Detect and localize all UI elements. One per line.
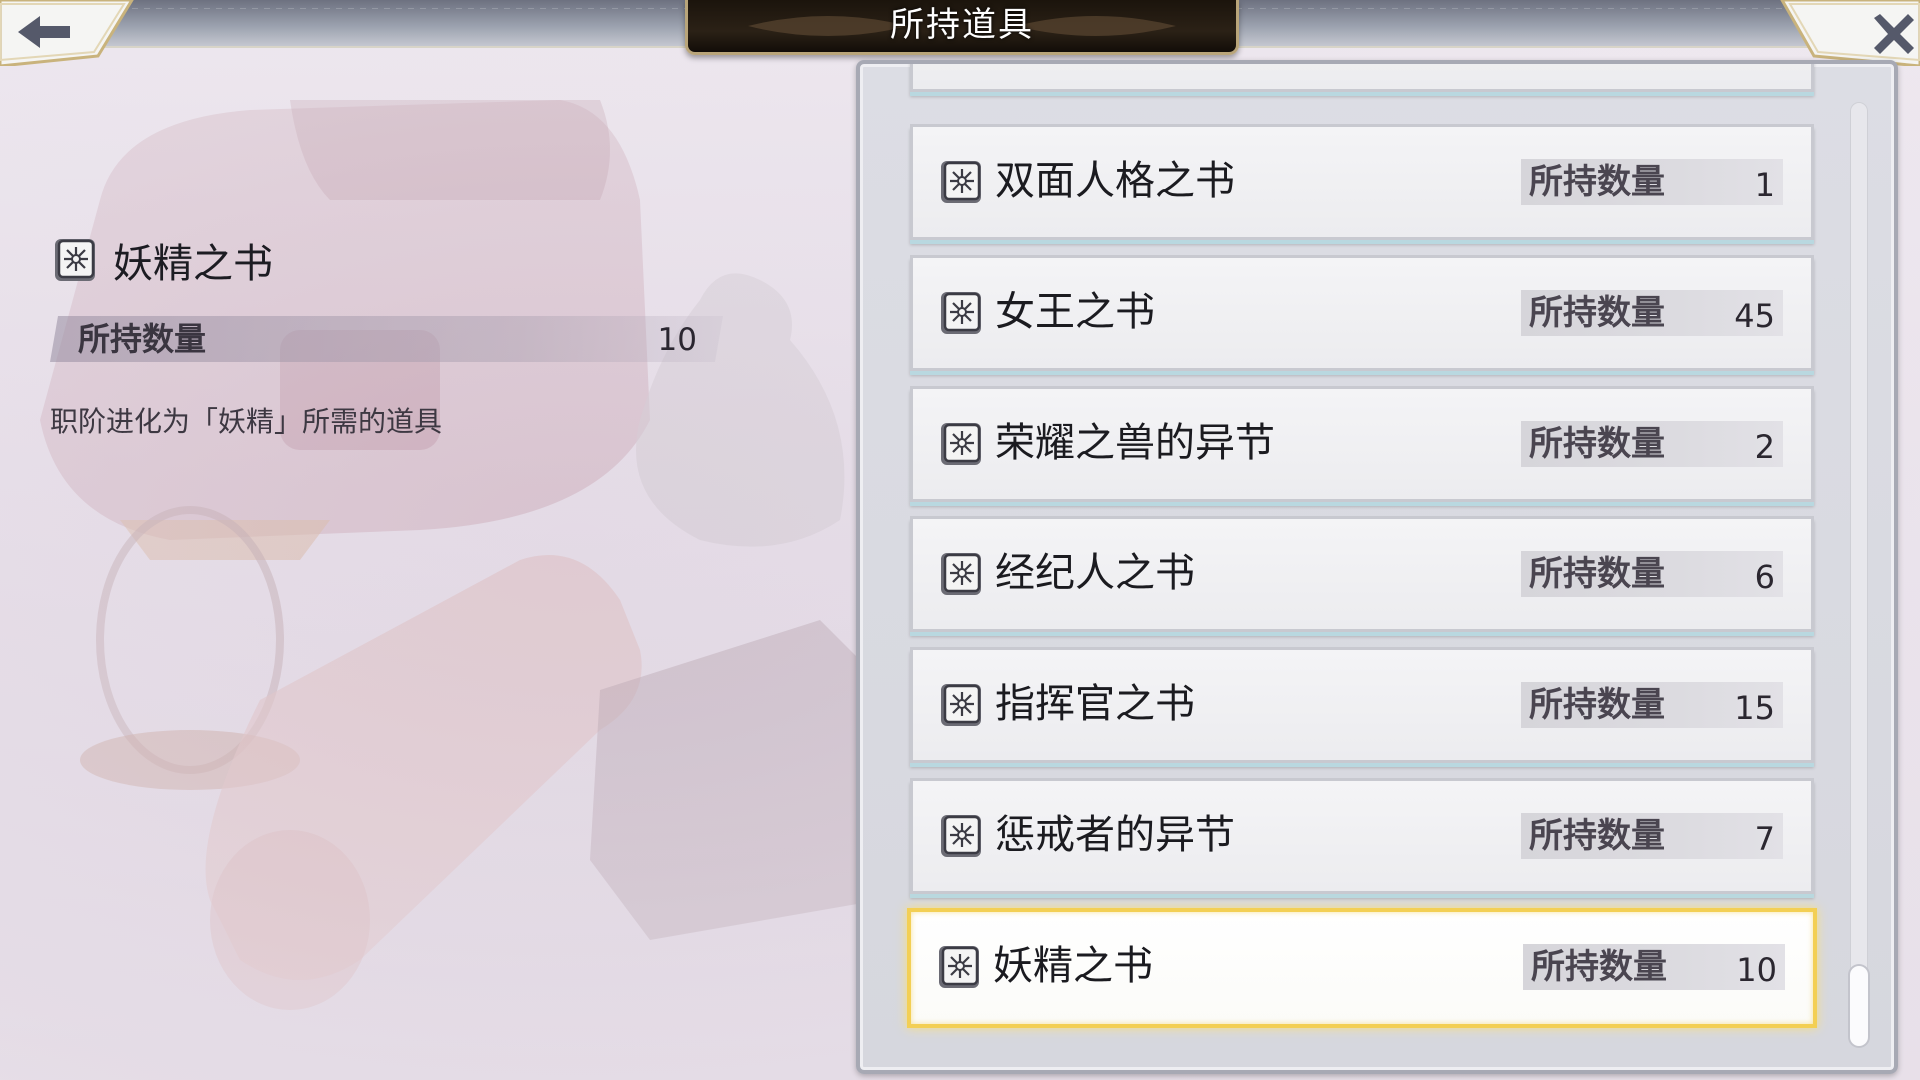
close-button[interactable] xyxy=(1770,0,1920,68)
book-icon xyxy=(939,550,983,595)
list-item[interactable]: 女王之书 所持数量 45 xyxy=(910,255,1814,371)
item-count-label: 所持数量 xyxy=(1529,685,1665,725)
list-item[interactable]: 惩戒者的异节 所持数量 7 xyxy=(910,778,1814,894)
item-count-box: 所持数量 15 xyxy=(1521,682,1783,728)
back-button[interactable] xyxy=(0,0,140,68)
detail-count-label: 所持数量 xyxy=(78,320,207,358)
list-item[interactable]: 双面人格之书 所持数量 1 xyxy=(910,124,1814,240)
book-icon xyxy=(939,420,983,465)
book-icon xyxy=(939,289,983,334)
scrollbar-track[interactable] xyxy=(1850,102,1868,1046)
detail-count-bar: 所持数量 10 xyxy=(50,316,723,362)
item-name: 荣耀之兽的异节 xyxy=(995,420,1275,466)
item-count-box: 所持数量 2 xyxy=(1521,421,1783,467)
item-count-box: 所持数量 10 xyxy=(1523,944,1785,990)
book-icon xyxy=(53,236,97,281)
book-icon xyxy=(939,812,983,857)
item-count-value: 15 xyxy=(1734,689,1775,727)
item-count-value: 2 xyxy=(1754,428,1775,466)
detail-item-name: 妖精之书 xyxy=(113,241,273,287)
item-count-label: 所持数量 xyxy=(1529,816,1665,856)
item-name: 惩戒者的异节 xyxy=(995,812,1235,858)
close-icon xyxy=(1780,0,1920,68)
title-plate: 所持道具 xyxy=(685,0,1239,55)
item-count-label: 所持数量 xyxy=(1529,162,1665,202)
page-title: 所持道具 xyxy=(890,5,1034,45)
list-item-partial[interactable] xyxy=(910,64,1814,92)
item-count-value: 1 xyxy=(1754,166,1775,204)
item-count-box: 所持数量 1 xyxy=(1521,159,1783,205)
item-count-value: 45 xyxy=(1734,297,1775,335)
item-name: 指挥官之书 xyxy=(995,681,1195,727)
item-count-label: 所持数量 xyxy=(1529,293,1665,333)
item-name: 女王之书 xyxy=(995,289,1155,335)
item-count-label: 所持数量 xyxy=(1531,947,1667,987)
item-count-value: 10 xyxy=(1736,951,1777,989)
scrollbar-thumb[interactable] xyxy=(1850,966,1868,1046)
item-count-box: 所持数量 6 xyxy=(1521,551,1783,597)
list-item-selected[interactable]: 妖精之书 所持数量 10 xyxy=(907,908,1817,1028)
list-item[interactable]: 荣耀之兽的异节 所持数量 2 xyxy=(910,386,1814,502)
arrow-left-icon xyxy=(0,0,134,68)
detail-description: 职阶进化为「妖精」所需的道具 xyxy=(50,405,443,438)
book-icon xyxy=(939,158,983,203)
item-name: 妖精之书 xyxy=(993,943,1153,989)
detail-count-value: 10 xyxy=(657,322,697,358)
item-count-label: 所持数量 xyxy=(1529,554,1665,594)
item-count-box: 所持数量 45 xyxy=(1521,290,1783,336)
item-name: 双面人格之书 xyxy=(995,158,1235,204)
item-list-panel: 双面人格之书 所持数量 1 女王之书 所持数量 45 荣耀之兽的异节 所持数量 xyxy=(856,60,1898,1074)
item-name: 经纪人之书 xyxy=(995,550,1195,596)
item-count-label: 所持数量 xyxy=(1529,424,1665,464)
book-icon xyxy=(939,681,983,726)
list-item[interactable]: 指挥官之书 所持数量 15 xyxy=(910,647,1814,763)
item-count-value: 7 xyxy=(1754,820,1775,858)
detail-header: 妖精之书 xyxy=(53,236,273,287)
item-count-box: 所持数量 7 xyxy=(1521,813,1783,859)
list-item[interactable]: 经纪人之书 所持数量 6 xyxy=(910,516,1814,632)
book-icon xyxy=(937,943,981,988)
item-count-value: 6 xyxy=(1754,558,1775,596)
